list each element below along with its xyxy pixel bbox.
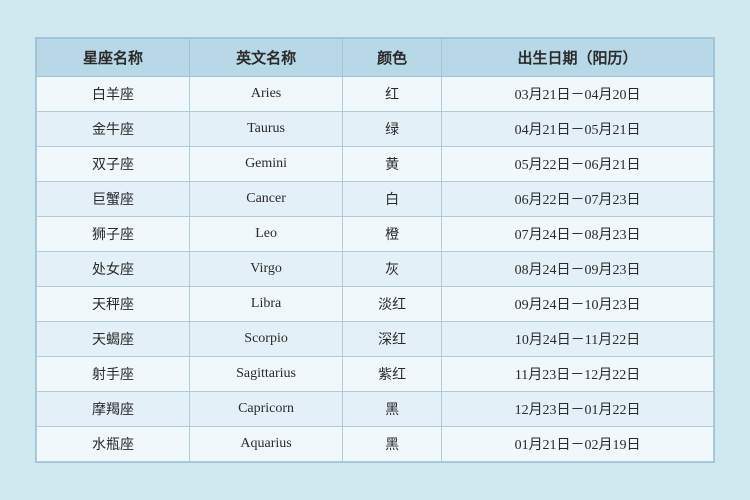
table-row: 白羊座Aries红03月21日－04月20日 [37,77,714,112]
cell-dates: 11月23日－12月22日 [442,357,714,392]
cell-english-name: Taurus [190,112,343,147]
cell-dates: 10月24日－11月22日 [442,322,714,357]
cell-chinese-name: 天蝎座 [37,322,190,357]
cell-dates: 04月21日－05月21日 [442,112,714,147]
cell-english-name: Libra [190,287,343,322]
cell-english-name: Aquarius [190,427,343,462]
cell-chinese-name: 双子座 [37,147,190,182]
cell-chinese-name: 狮子座 [37,217,190,252]
cell-chinese-name: 处女座 [37,252,190,287]
cell-chinese-name: 水瓶座 [37,427,190,462]
table-row: 射手座Sagittarius紫红11月23日－12月22日 [37,357,714,392]
table-row: 双子座Gemini黄05月22日－06月21日 [37,147,714,182]
col-header-english: 英文名称 [190,39,343,77]
cell-english-name: Sagittarius [190,357,343,392]
cell-dates: 06月22日－07月23日 [442,182,714,217]
col-header-dates: 出生日期（阳历） [442,39,714,77]
cell-dates: 05月22日－06月21日 [442,147,714,182]
zodiac-table: 星座名称 英文名称 颜色 出生日期（阳历） 白羊座Aries红03月21日－04… [36,38,714,462]
cell-chinese-name: 射手座 [37,357,190,392]
cell-color: 黄 [343,147,442,182]
cell-chinese-name: 巨蟹座 [37,182,190,217]
cell-dates: 08月24日－09月23日 [442,252,714,287]
cell-chinese-name: 白羊座 [37,77,190,112]
table-body: 白羊座Aries红03月21日－04月20日金牛座Taurus绿04月21日－0… [37,77,714,462]
col-header-chinese: 星座名称 [37,39,190,77]
table-row: 水瓶座Aquarius黑01月21日－02月19日 [37,427,714,462]
table-row: 巨蟹座Cancer白06月22日－07月23日 [37,182,714,217]
cell-color: 淡红 [343,287,442,322]
cell-chinese-name: 天秤座 [37,287,190,322]
cell-english-name: Virgo [190,252,343,287]
cell-english-name: Cancer [190,182,343,217]
cell-color: 白 [343,182,442,217]
cell-dates: 12月23日－01月22日 [442,392,714,427]
cell-color: 橙 [343,217,442,252]
cell-dates: 07月24日－08月23日 [442,217,714,252]
cell-english-name: Gemini [190,147,343,182]
cell-english-name: Leo [190,217,343,252]
table-row: 天秤座Libra淡红09月24日－10月23日 [37,287,714,322]
table-row: 处女座Virgo灰08月24日－09月23日 [37,252,714,287]
cell-color: 绿 [343,112,442,147]
cell-dates: 09月24日－10月23日 [442,287,714,322]
cell-english-name: Aries [190,77,343,112]
col-header-color: 颜色 [343,39,442,77]
cell-chinese-name: 金牛座 [37,112,190,147]
cell-color: 红 [343,77,442,112]
table-row: 天蝎座Scorpio深红10月24日－11月22日 [37,322,714,357]
cell-english-name: Capricorn [190,392,343,427]
table-row: 狮子座Leo橙07月24日－08月23日 [37,217,714,252]
cell-color: 深红 [343,322,442,357]
cell-english-name: Scorpio [190,322,343,357]
table-row: 金牛座Taurus绿04月21日－05月21日 [37,112,714,147]
cell-color: 紫红 [343,357,442,392]
zodiac-table-container: 星座名称 英文名称 颜色 出生日期（阳历） 白羊座Aries红03月21日－04… [35,37,715,463]
table-header-row: 星座名称 英文名称 颜色 出生日期（阳历） [37,39,714,77]
cell-color: 黑 [343,392,442,427]
table-row: 摩羯座Capricorn黑12月23日－01月22日 [37,392,714,427]
cell-dates: 01月21日－02月19日 [442,427,714,462]
cell-chinese-name: 摩羯座 [37,392,190,427]
cell-dates: 03月21日－04月20日 [442,77,714,112]
cell-color: 灰 [343,252,442,287]
cell-color: 黑 [343,427,442,462]
